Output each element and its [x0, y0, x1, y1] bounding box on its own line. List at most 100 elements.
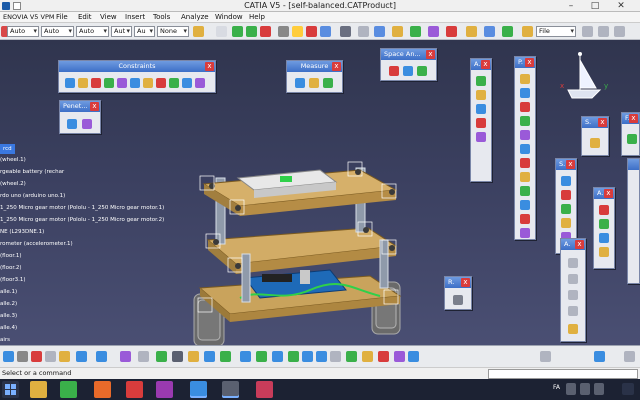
knowledge-icon[interactable]: [156, 351, 167, 362]
menu-edit[interactable]: Edit: [78, 13, 92, 21]
tool-icon[interactable]: [561, 204, 571, 214]
vertical-toolbar-s1[interactable]: S. x: [581, 116, 609, 156]
swap-visible-icon[interactable]: [408, 351, 419, 362]
command-input[interactable]: [488, 369, 638, 379]
word-icon[interactable]: [190, 381, 207, 398]
tool-icon[interactable]: [568, 274, 578, 284]
formula-icon[interactable]: [138, 351, 149, 362]
tree-item[interactable]: NE (L293DNE.1): [0, 227, 44, 237]
tray-icon[interactable]: [594, 383, 604, 395]
catia-taskbar-icon[interactable]: [222, 381, 239, 398]
tool-icon[interactable]: [520, 102, 530, 112]
close-icon[interactable]: x: [629, 114, 638, 123]
normal-view-icon[interactable]: [330, 351, 341, 362]
paint-icon[interactable]: [193, 26, 204, 37]
render-combo[interactable]: None: [157, 26, 189, 37]
tool-icon[interactable]: [520, 88, 530, 98]
camera-icon[interactable]: [453, 295, 463, 305]
tree-item[interactable]: 1_250 Micro gear motor (Pololu - 1_250 M…: [0, 203, 164, 213]
tool-icon[interactable]: [590, 138, 600, 148]
close-icon[interactable]: x: [525, 58, 534, 67]
robot-assembly-model[interactable]: [160, 118, 430, 345]
tree-item[interactable]: (wheel.2): [0, 179, 26, 189]
close-icon[interactable]: x: [604, 189, 613, 198]
tool-icon[interactable]: [520, 200, 530, 210]
toolbar-edge-title[interactable]: [628, 159, 639, 170]
filter-combo[interactable]: File: [536, 26, 576, 37]
tree-item[interactable]: rgeable battery (rechar: [0, 167, 64, 177]
snap-icon[interactable]: [260, 26, 271, 37]
windows-start-icon[interactable]: [2, 381, 19, 398]
paste-icon[interactable]: [59, 351, 70, 362]
interference-icon[interactable]: [82, 119, 92, 129]
materials-icon[interactable]: [594, 351, 605, 362]
measure-inertia-icon[interactable]: [323, 78, 333, 88]
render-toolbar[interactable]: R. x: [444, 276, 472, 310]
tool-icon[interactable]: [561, 218, 571, 228]
tool-icon[interactable]: [568, 258, 578, 268]
measure-toolbar[interactable]: Measure x: [286, 60, 343, 93]
close-icon[interactable]: x: [205, 62, 214, 71]
close-icon[interactable]: x: [461, 278, 470, 287]
close-icon[interactable]: x: [575, 240, 584, 249]
tool-icon[interactable]: [520, 186, 530, 196]
menu-help[interactable]: Help: [249, 13, 265, 21]
tool-icon[interactable]: [599, 205, 609, 215]
tool-icon[interactable]: [520, 130, 530, 140]
zoom-out-icon[interactable]: [316, 351, 327, 362]
distance-icon[interactable]: [417, 66, 427, 76]
menu-enovia[interactable]: ENOVIA V5 VPM: [3, 13, 54, 21]
measure-item-icon[interactable]: [309, 78, 319, 88]
multi-view-icon[interactable]: [346, 351, 357, 362]
menu-file[interactable]: File: [56, 13, 68, 21]
rotate-view-icon[interactable]: [288, 351, 299, 362]
fix-icon[interactable]: [117, 78, 127, 88]
tool-icon[interactable]: [561, 176, 571, 186]
fit-all-icon[interactable]: [256, 351, 267, 362]
copy-icon[interactable]: [45, 351, 56, 362]
tool-icon[interactable]: [561, 190, 571, 200]
hide-show-icon[interactable]: [394, 351, 405, 362]
zoom-in-icon[interactable]: [302, 351, 313, 362]
tree-item-root[interactable]: rcd: [0, 144, 15, 154]
rotate-icon[interactable]: [246, 26, 257, 37]
layer-combo[interactable]: Aut: [111, 26, 132, 37]
clash-icon[interactable]: [320, 26, 331, 37]
component-icon[interactable]: [374, 26, 385, 37]
tree-item[interactable]: alle.3): [0, 311, 17, 321]
line-weight-combo[interactable]: Auto: [76, 26, 109, 37]
minimize-button[interactable]: –: [560, 0, 582, 12]
save-icon[interactable]: [3, 351, 14, 362]
redo-icon[interactable]: [96, 351, 107, 362]
tool-icon[interactable]: [520, 144, 530, 154]
tray-icon[interactable]: [580, 383, 590, 395]
maximize-button[interactable]: □: [584, 0, 606, 12]
close-icon[interactable]: x: [90, 102, 99, 111]
menu-analyze[interactable]: Analyze: [181, 13, 209, 21]
shading-icon[interactable]: [378, 351, 389, 362]
stop-icon[interactable]: [306, 26, 317, 37]
close-icon[interactable]: x: [566, 160, 575, 169]
close-icon[interactable]: x: [481, 60, 490, 69]
properties-icon[interactable]: [582, 26, 593, 37]
cut-icon[interactable]: [31, 351, 42, 362]
close-icon[interactable]: x: [426, 50, 435, 59]
store-icon[interactable]: [60, 381, 77, 398]
sync-view-icon[interactable]: [540, 351, 551, 362]
menu-insert[interactable]: Insert: [125, 13, 145, 21]
insert-icon[interactable]: [410, 26, 421, 37]
3d-viewport[interactable]: rcd (wheel.1) rgeable battery (rechar (w…: [0, 40, 640, 345]
firefox-icon[interactable]: [94, 381, 111, 398]
constraints-toolbar-title[interactable]: Constraints: [59, 61, 215, 72]
contact-icon[interactable]: [78, 78, 88, 88]
pan-icon[interactable]: [232, 26, 243, 37]
winrar-icon[interactable]: [256, 381, 273, 398]
replace-icon[interactable]: [428, 26, 439, 37]
quick-constraint-icon[interactable]: [143, 78, 153, 88]
space-analysis-toolbar[interactable]: Space An... x: [380, 48, 437, 81]
tree-item[interactable]: alle.2): [0, 299, 17, 309]
tool-icon[interactable]: [476, 104, 486, 114]
tool-icon[interactable]: [568, 324, 578, 334]
fly-mode-icon[interactable]: [240, 351, 251, 362]
tool-icon[interactable]: [520, 74, 530, 84]
